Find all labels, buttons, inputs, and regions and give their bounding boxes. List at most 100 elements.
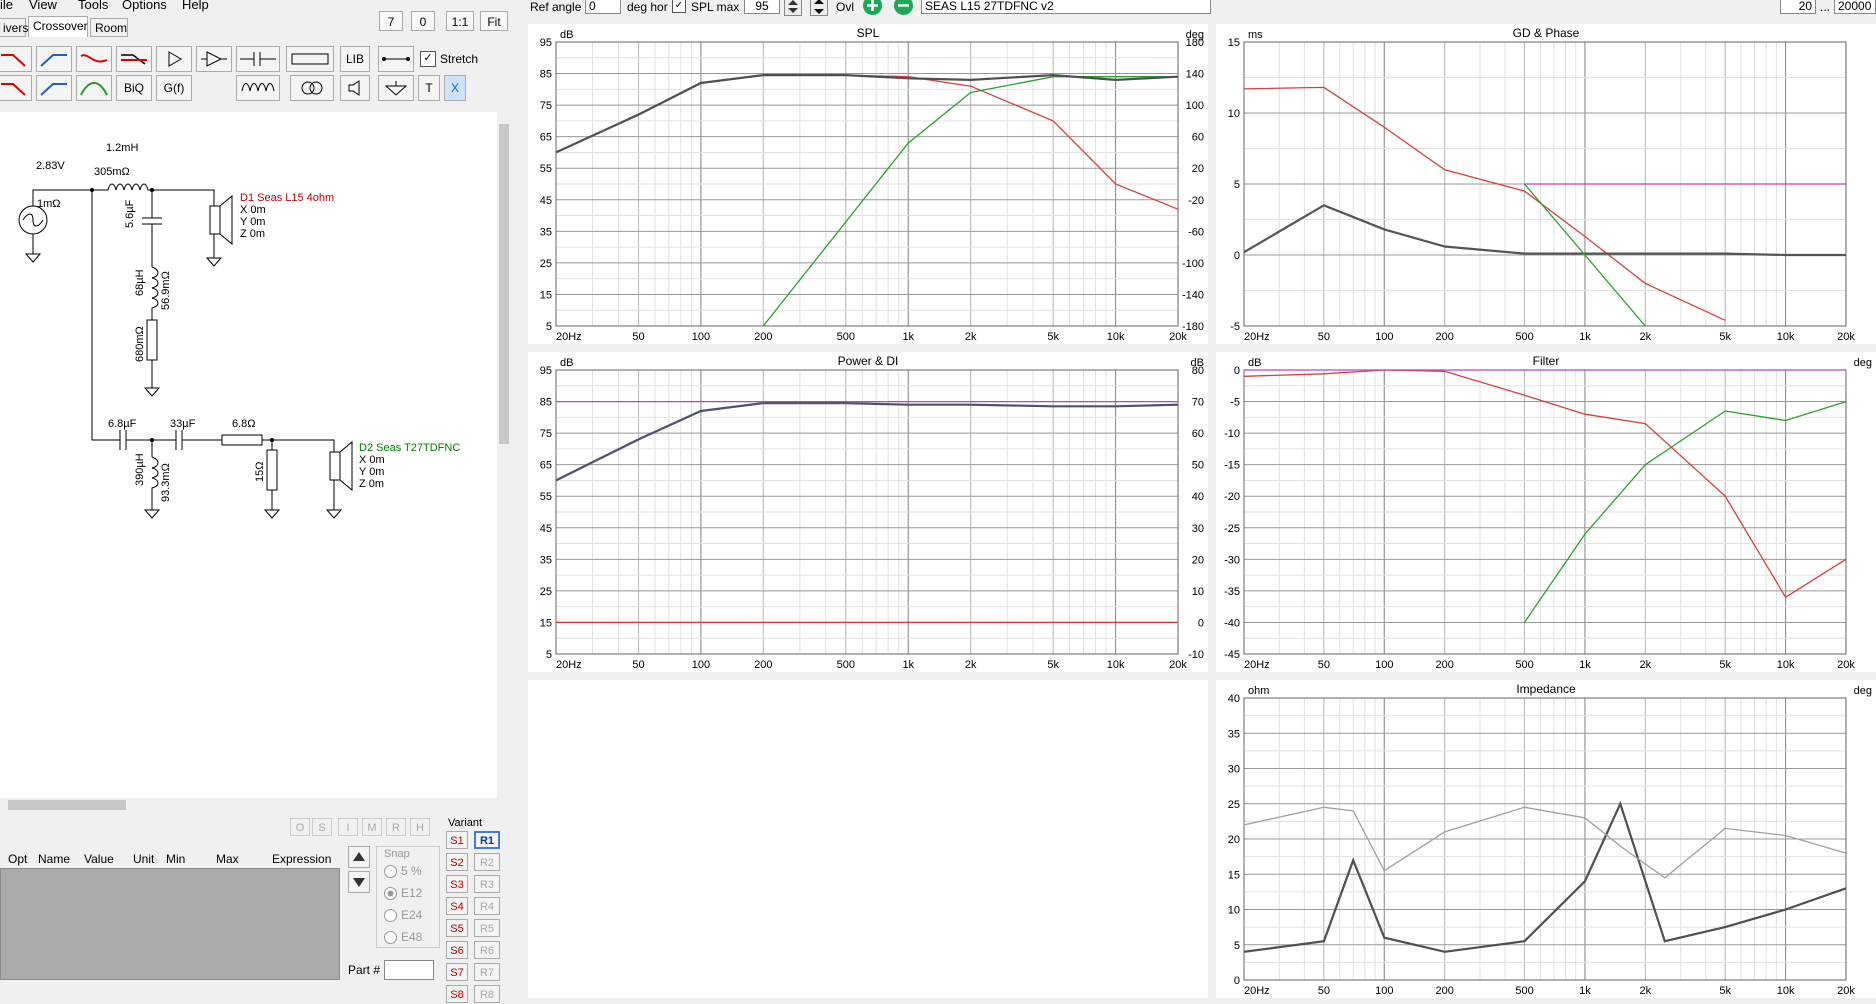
remove-overlay-button[interactable] [894,0,913,15]
param-o-button[interactable]: O [290,818,310,836]
variant-r7-button[interactable]: R7 [474,963,500,981]
spl-arrow-button[interactable] [810,0,828,16]
spl-panel[interactable]: 20Hz501002005001k2k5k10k20k9518085140751… [528,24,1208,344]
menu-help[interactable]: Help [182,0,209,12]
gd-x-tick: 50 [1318,331,1330,343]
variant-r6-button[interactable]: R6 [474,941,500,959]
capacitor-tool[interactable] [236,46,280,72]
menu-options[interactable]: Options [122,0,167,12]
power-x-tick: 500 [837,659,855,671]
filter-x-tick: 2k [1640,659,1652,671]
filter-panel[interactable]: 20Hz501002005001k2k5k10k20k0-5-10-15-20-… [1216,352,1876,672]
highpass-tool[interactable] [36,46,72,72]
allpass-tool[interactable] [76,46,112,72]
d2-x: X 0m [359,454,385,466]
opamp-tool[interactable] [196,46,232,72]
variant-s1-button[interactable]: S1 [446,831,468,849]
move-up-button[interactable] [348,846,370,868]
spl-title: SPL [528,26,1208,40]
variant-s5-button[interactable]: S5 [446,919,468,937]
filter-y-tick: -25 [1224,523,1240,535]
zoom-fit-button[interactable]: Fit [480,11,508,31]
schematic-hscroll[interactable] [0,798,497,812]
param-s-button[interactable]: S [312,818,332,836]
spl-spin-button[interactable] [784,0,802,16]
variant-s2-button[interactable]: S2 [446,853,468,871]
add-overlay-button[interactable] [863,0,882,15]
variant-s8-button[interactable]: S8 [446,985,468,1003]
lowpass-tool[interactable] [0,46,32,72]
spl-max-checkbox[interactable]: ✓ [672,0,686,13]
amplifier-tool[interactable] [156,46,192,72]
stretch-checkbox[interactable]: ✓ [420,51,436,67]
freq-min-input[interactable]: 20 [1780,0,1816,14]
shelf-icon [119,50,149,68]
variant-s3-button[interactable]: S3 [446,875,468,893]
snap-option-e24[interactable]: E24 [384,908,422,922]
tab-room[interactable]: Room [90,18,128,37]
variant-r4-button[interactable]: R4 [474,897,500,915]
hscroll-thumb[interactable] [8,800,126,810]
resistor-tool[interactable] [286,46,334,72]
menu-file[interactable]: ile [0,0,13,12]
d1-name[interactable]: D1 Seas L15 4ohm [240,192,334,204]
variant-r1-button[interactable]: R1 [474,831,500,849]
inductor-tool[interactable] [236,75,280,101]
menu-tools[interactable]: Tools [78,0,108,12]
filter-y-tick: -10 [1224,428,1240,440]
param-m-button[interactable]: M [362,818,382,836]
col-name: Name [38,852,70,866]
schematic-vscroll[interactable] [497,112,511,798]
snap-option-e12[interactable]: E12 [384,886,422,900]
move-down-button[interactable] [348,871,370,893]
zoom-out-button[interactable]: 0 [411,11,435,31]
variant-r8-button[interactable]: R8 [474,985,500,1003]
param-h-button[interactable]: H [410,818,430,836]
r2-label: 6.8Ω [232,418,256,430]
biquad-button[interactable]: BiQ [116,75,152,101]
snap-option-e48[interactable]: E48 [384,930,422,944]
d2-name[interactable]: D2 Seas T27TDFNC [359,442,460,454]
part-number-input[interactable] [384,960,434,980]
lib-button[interactable]: LIB [340,46,370,72]
schematic-canvas[interactable]: 2.83V 1mΩ 1.2mH 305mΩ 5.6µF 68µH 56.9mΩ … [0,112,497,798]
gf-button[interactable]: G(f) [156,75,192,101]
param-i-button[interactable]: I [338,818,358,836]
shelf-tool[interactable] [116,46,152,72]
ground-tool[interactable] [378,75,414,101]
power-di-panel[interactable]: 20Hz501002005001k2k5k10k20k9580857075606… [528,352,1208,672]
variant-s4-button[interactable]: S4 [446,897,468,915]
wire-tool[interactable] [378,46,414,72]
lowpass2-tool[interactable] [0,75,32,101]
menu-view[interactable]: View [29,0,57,12]
param-r-button[interactable]: R [386,818,406,836]
variant-r5-button[interactable]: R5 [474,919,500,937]
tab-drivers[interactable]: ivers [0,18,26,37]
gd-phase-panel[interactable]: 20Hz501002005001k2k5k10k20k151050-5 GD &… [1216,24,1876,344]
variant-s6-button[interactable]: S6 [446,941,468,959]
impedance-panel[interactable]: 20Hz501002005001k2k5k10k20k4035302520151… [1216,680,1876,998]
variant-s7-button[interactable]: S7 [446,963,468,981]
x-button[interactable]: X [444,75,466,101]
variant-r2-button[interactable]: R2 [474,853,500,871]
spl-max-input[interactable]: 95 [744,0,780,14]
r1-label: 680mΩ [134,326,146,362]
vscroll-thumb[interactable] [499,124,509,444]
driver-tool[interactable] [340,75,370,101]
t-button[interactable]: T [418,75,440,101]
spl-max-label: SPL max [691,0,739,14]
spl-y2-tick: -100 [1182,258,1204,270]
highpass2-tool[interactable] [36,75,72,101]
ref-angle-input[interactable]: 0 [585,0,621,14]
param-table[interactable] [0,868,340,980]
bandpass-tool[interactable] [76,75,112,101]
freq-max-input[interactable]: 20000 [1834,0,1876,14]
source-voltage-label: 2.83V [36,160,65,172]
tab-crossover[interactable]: Crossover [28,16,88,37]
transformer-tool[interactable] [290,75,334,101]
snap-option-5pct[interactable]: 5 % [384,864,422,878]
variant-r3-button[interactable]: R3 [474,875,500,893]
zoom-1to1-button[interactable]: 1:1 [446,11,474,31]
zoom-in-button[interactable]: 7 [379,11,403,31]
project-name-field[interactable]: SEAS L15 27TDFNC v2 [921,0,1211,14]
